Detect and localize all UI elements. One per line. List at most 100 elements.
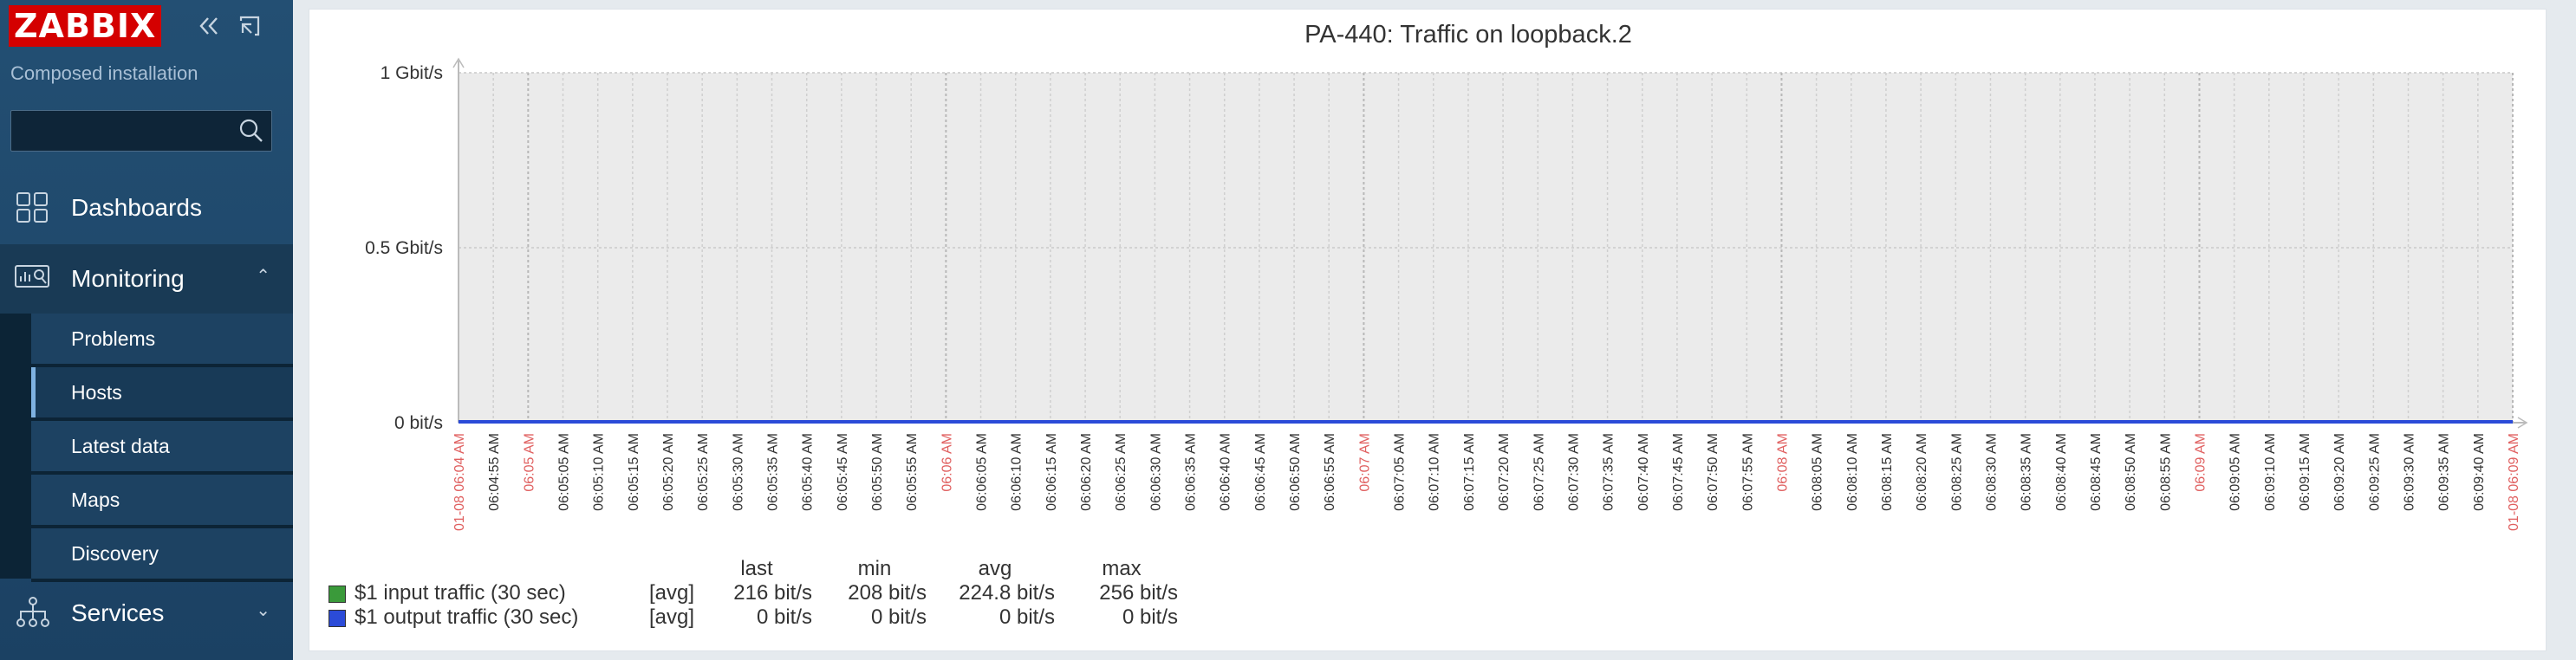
x-tick-label: 06:06:10 AM: [1010, 433, 1025, 511]
x-tick-label: 06:09:10 AM: [2263, 433, 2278, 511]
x-tick-label: 06:09:35 AM: [2437, 433, 2452, 511]
x-tick-label: 06:07 AM: [1357, 433, 1372, 492]
legend-header-max: max: [1102, 557, 1142, 580]
x-tick-label: 06:06:45 AM: [1253, 433, 1268, 511]
x-tick-label: 06:07:25 AM: [1532, 433, 1546, 511]
kiosk-mode-icon[interactable]: [236, 12, 263, 40]
x-tick-label: 06:07:45 AM: [1671, 433, 1686, 511]
x-tick-label: 06:07:40 AM: [1636, 433, 1651, 511]
x-tick-label: 06:09:15 AM: [2298, 433, 2313, 511]
y-tick-label: 1 Gbit/s: [381, 63, 443, 83]
x-tick-label: 06:09:40 AM: [2472, 433, 2487, 511]
x-tick-label: 06:06:55 AM: [1323, 433, 1337, 511]
submenu-maps-label: Maps: [71, 489, 120, 511]
x-tick-label: 06:09:30 AM: [2402, 433, 2417, 511]
chart-title: PA-440: Traffic on loopback.2: [1304, 21, 1632, 49]
menu-dashboards-label: Dashboards: [71, 194, 202, 221]
x-tick-label: 06:07:35 AM: [1602, 433, 1617, 511]
monitoring-icon: [15, 265, 49, 288]
x-tick-label: 06:05:10 AM: [592, 433, 607, 511]
legend-last-output: 0 bit/s: [756, 605, 812, 629]
y-tick-label: 0.5 Gbit/s: [365, 238, 443, 258]
submenu-discovery[interactable]: Discovery: [31, 528, 293, 582]
x-tick-label: 06:08:05 AM: [1811, 433, 1825, 511]
x-tick-label: 06:09 AM: [2193, 433, 2208, 492]
x-tick-label: 06:05:40 AM: [801, 433, 816, 511]
sidebar: ZABBIX Composed installation Dashboards …: [0, 0, 293, 660]
x-tick-label: 01-08 06:04 AM: [452, 433, 467, 531]
submenu-hosts[interactable]: Hosts: [31, 367, 293, 421]
x-tick-label: 06:05:55 AM: [905, 433, 920, 511]
x-tick-label: 06:06 AM: [940, 433, 954, 492]
menu-dashboards[interactable]: Dashboards: [0, 173, 293, 243]
monitoring-submenu: Problems Hosts Latest data Maps Discover…: [0, 314, 293, 582]
x-tick-label: 06:06:15 AM: [1044, 433, 1059, 511]
x-tick-label: 06:05:25 AM: [696, 433, 711, 511]
y-tick-label: 0 bit/s: [394, 413, 443, 433]
x-tick-label: 06:08:55 AM: [2158, 433, 2173, 511]
x-tick-label: 06:05:50 AM: [870, 433, 885, 511]
menu-monitoring-label: Monitoring: [71, 265, 185, 292]
menu-monitoring[interactable]: Monitoring ⌃: [0, 244, 293, 314]
legend-agg-input: [avg]: [649, 581, 695, 605]
x-tick-label: 06:04:55 AM: [487, 433, 502, 511]
traffic-graph[interactable]: PA-440: Traffic on loopback.2 1 Gbit/s 0.5…: [309, 10, 2546, 650]
submenu-problems-label: Problems: [71, 327, 156, 350]
search-input[interactable]: [10, 110, 272, 152]
x-tick-label: 06:06:05 AM: [975, 433, 990, 511]
submenu-latest-data[interactable]: Latest data: [31, 421, 293, 475]
legend-name-output: $1 output traffic (30 sec): [355, 605, 579, 629]
collapse-sidebar-icon[interactable]: [196, 12, 224, 40]
submenu-discovery-label: Discovery: [71, 542, 159, 565]
x-tick-label: 06:06:20 AM: [1079, 433, 1094, 511]
x-tick-label: 06:09:25 AM: [2367, 433, 2382, 511]
x-tick-label: 06:05:20 AM: [661, 433, 676, 511]
x-tick-label: 06:07:30 AM: [1566, 433, 1581, 511]
x-tick-label: 06:08:35 AM: [2020, 433, 2034, 511]
x-tick-label: 06:07:05 AM: [1393, 433, 1408, 511]
legend-name-input: $1 input traffic (30 sec): [355, 581, 566, 605]
x-tick-label: 06:05:45 AM: [836, 433, 850, 511]
legend-min-input: 208 bit/s: [848, 581, 927, 605]
x-tick-label: 06:07:50 AM: [1706, 433, 1721, 511]
legend-min-output: 0 bit/s: [870, 605, 927, 629]
x-tick-label: 06:07:10 AM: [1428, 433, 1442, 511]
x-tick-label: 06:08:50 AM: [2124, 433, 2138, 511]
legend-swatch-input: [329, 586, 346, 603]
x-tick-label: 06:05:15 AM: [627, 433, 641, 511]
chevron-up-icon[interactable]: ⌃: [256, 265, 270, 287]
submenu-problems[interactable]: Problems: [31, 314, 293, 367]
x-tick-label: 06:07:55 AM: [1740, 433, 1755, 511]
x-tick-label: 06:05:05 AM: [557, 433, 572, 511]
server-name: Composed installation: [10, 62, 198, 84]
x-tick-label: 01-08 06:09 AM: [2507, 433, 2521, 531]
x-tick-label: 06:07:15 AM: [1462, 433, 1477, 511]
x-tick-label: 06:08:30 AM: [1984, 433, 1999, 511]
submenu-latest-data-label: Latest data: [71, 435, 170, 457]
search-icon[interactable]: [238, 118, 264, 144]
zabbix-logo[interactable]: ZABBIX: [9, 5, 162, 47]
x-tick-label: 06:07:20 AM: [1497, 433, 1512, 511]
graph-panel: PA-440: Traffic on loopback.2 1 Gbit/s 0.5…: [309, 9, 2547, 651]
x-tick-label: 06:06:30 AM: [1148, 433, 1163, 511]
x-tick-label: 06:06:35 AM: [1184, 433, 1199, 511]
legend-max-output: 0 bit/s: [1122, 605, 1178, 629]
submenu-maps[interactable]: Maps: [31, 475, 293, 528]
legend-max-input: 256 bit/s: [1099, 581, 1178, 605]
x-tick-label: 06:06:40 AM: [1219, 433, 1233, 511]
x-tick-label: 06:05:35 AM: [766, 433, 781, 511]
x-tick-label: 06:09:20 AM: [2332, 433, 2347, 511]
services-icon: [16, 597, 49, 627]
x-tick-label: 06:09:05 AM: [2228, 433, 2243, 511]
menu-services[interactable]: Services ⌄: [0, 579, 293, 648]
legend-header-min: min: [857, 557, 892, 580]
legend-header-last: last: [740, 557, 773, 580]
x-tick-label: 06:08:40 AM: [2054, 433, 2069, 511]
legend-last-input: 216 bit/s: [733, 581, 812, 605]
x-tick-label: 06:06:25 AM: [1114, 433, 1129, 511]
chevron-down-icon[interactable]: ⌄: [256, 599, 270, 621]
x-tick-label: 06:08:20 AM: [1915, 433, 1929, 511]
menu-services-label: Services: [71, 599, 165, 626]
legend-agg-output: [avg]: [649, 605, 695, 629]
x-tick-label: 06:08:45 AM: [2089, 433, 2104, 511]
